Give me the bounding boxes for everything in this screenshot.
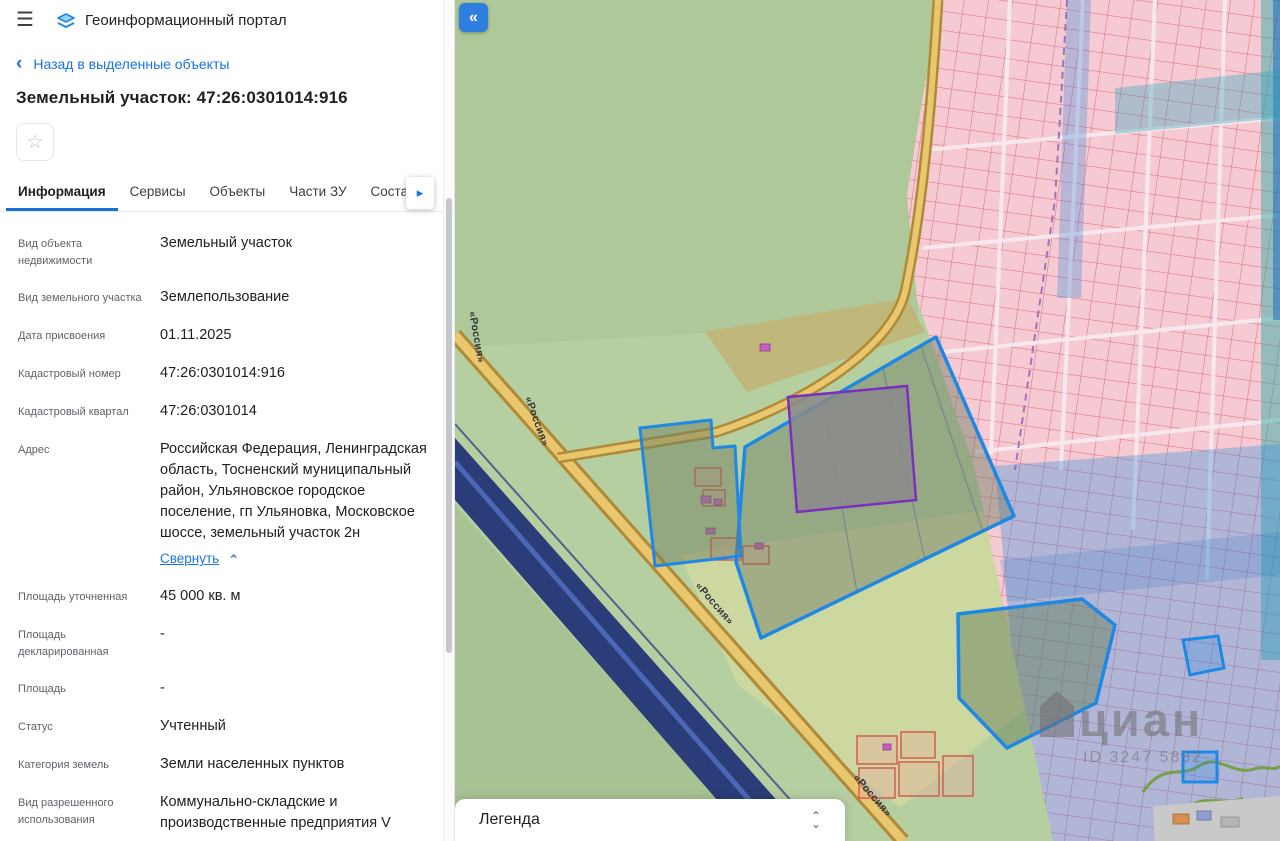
field-value-text: Коммунально-складские и производственные… [160, 794, 391, 831]
field-value: Землепользование [160, 287, 436, 308]
watermark-text: циан [1079, 693, 1203, 746]
field-value-text: - [160, 626, 165, 642]
selected-parcel-east-small[interactable] [1183, 636, 1224, 675]
field-label: Статус [18, 716, 146, 737]
field-label: Вид земельного участка [18, 287, 146, 308]
tab-services[interactable]: Сервисы [118, 173, 198, 211]
panel-scrollbar[interactable] [443, 0, 454, 841]
field-value-text: Землепользование [160, 289, 289, 305]
field-label: Вид объекта недвижимости [18, 233, 146, 270]
field-value: Земли населенных пунктов [160, 754, 436, 775]
panel-header: ☰ Геоинформационный портал [0, 0, 454, 33]
info-fields: Вид объекта недвижимости Земельный участо… [0, 212, 454, 834]
tab-zu-parts[interactable]: Части ЗУ [277, 173, 358, 211]
field-row: Кадастровый квартал 47:26:0301014 [18, 401, 436, 422]
field-row: Площадь уточненная 45 000 кв. м [18, 586, 436, 607]
back-link-label[interactable]: Назад в выделенные объекты [33, 56, 229, 72]
field-row: Дата присвоения 01.11.2025 [18, 325, 436, 346]
field-row: Вид объекта недвижимости Земельный участо… [18, 233, 436, 270]
legend-title: Легенда [479, 811, 540, 829]
chevron-up-icon: ⌃ [228, 553, 239, 566]
field-row: Площадь декларированная- [18, 624, 436, 661]
field-value: Земельный участок [160, 233, 436, 270]
legend-bar: Легенда ⌃ ⌄ [455, 799, 845, 841]
field-label: Кадастровый квартал [18, 401, 146, 422]
field-label: Площадь [18, 678, 146, 699]
favorite-button[interactable]: ☆ [16, 123, 54, 161]
page-title: Земельный участок: 47:26:0301014:916 [16, 88, 438, 108]
watermark-id: ID 3247 5832 [1083, 749, 1203, 766]
field-label: Вид разрешенного использования [18, 792, 146, 834]
tab-objects[interactable]: Объекты [198, 173, 278, 211]
field-row: Кадастровый номер 47:26:0301014:916 [18, 363, 436, 384]
field-value: 01.11.2025 [160, 325, 436, 346]
star-icon: ☆ [26, 131, 43, 154]
field-label: Категория земель [18, 754, 146, 775]
field-value: Учтенный [160, 716, 436, 737]
field-value-text: Земельный участок [160, 235, 292, 251]
field-value-text: 47:26:0301014:916 [160, 365, 285, 381]
collapse-panel-button[interactable]: « [459, 3, 488, 32]
field-label: Площадь декларированная [18, 624, 146, 661]
tabs: ИнформацияСервисыОбъектыЧасти ЗУСостав [6, 173, 442, 211]
field-row: АдресРоссийская Федерация, Ленинградская… [18, 439, 436, 569]
field-label: Адрес [18, 439, 146, 569]
field-value-text: Российская Федерация, Ленинградская обла… [160, 441, 427, 541]
map-canvas[interactable]: «Россия» «Россия» «Россия» «Россия» циан… [455, 0, 1280, 841]
field-row: Категория земель Земли населенных пунктов [18, 754, 436, 775]
field-row: Вид земельного участка Землепользование [18, 287, 436, 308]
chevron-down-icon: ⌄ [811, 820, 821, 828]
field-label: Кадастровый номер [18, 363, 146, 384]
field-value-text: - [160, 680, 165, 696]
object-info-panel: ☰ Геоинформационный портал ‹ Назад в выд… [0, 0, 455, 841]
field-value: Коммунально-складские и производственные… [160, 792, 436, 834]
field-value: 47:26:0301014:916 [160, 363, 436, 384]
tab-bar: ИнформацияСервисыОбъектыЧасти ЗУСостав ▸ [0, 173, 454, 212]
tab-info[interactable]: Информация [6, 173, 118, 211]
arrow-right-icon: ▸ [417, 185, 424, 201]
scrollbar-thumb[interactable] [446, 198, 452, 653]
address-collapse-link[interactable]: Свернуть [160, 549, 219, 569]
field-label: Дата присвоения [18, 325, 146, 346]
address-collapse-row: Свернуть ⌃ [160, 549, 436, 569]
parcel-purple[interactable] [788, 386, 916, 512]
field-value: Российская Федерация, Ленинградская обла… [160, 439, 436, 569]
geoportal-app: ☰ Геоинформационный портал ‹ Назад в выд… [0, 0, 1280, 841]
field-value: - [160, 678, 436, 699]
field-value: - [160, 624, 436, 661]
field-value-text: Учтенный [160, 718, 226, 734]
field-value-text: 01.11.2025 [160, 327, 232, 343]
field-value: 45 000 кв. м [160, 586, 436, 607]
field-value-text: 47:26:0301014 [160, 403, 257, 419]
field-label: Площадь уточненная [18, 586, 146, 607]
field-row: Статус Учтенный [18, 716, 436, 737]
map-view[interactable]: «Россия» «Россия» «Россия» «Россия» циан… [455, 0, 1280, 841]
field-row: Площадь- [18, 678, 436, 699]
app-logo-icon [55, 9, 77, 31]
tabs-next-button[interactable]: ▸ [406, 177, 434, 209]
field-value-text: 45 000 кв. м [160, 588, 240, 604]
hamburger-menu-icon[interactable]: ☰ [16, 10, 34, 30]
field-value-text: Земли населенных пунктов [160, 756, 344, 772]
field-row: Вид разрешенного использования Коммунальн… [18, 792, 436, 834]
field-value: 47:26:0301014 [160, 401, 436, 422]
legend-toggle-button[interactable]: ⌃ ⌄ [805, 808, 827, 832]
back-chevron-icon: ‹ [16, 54, 22, 73]
app-title: Геоинформационный портал [85, 12, 287, 29]
back-link[interactable]: ‹ Назад в выделенные объекты [0, 33, 454, 73]
